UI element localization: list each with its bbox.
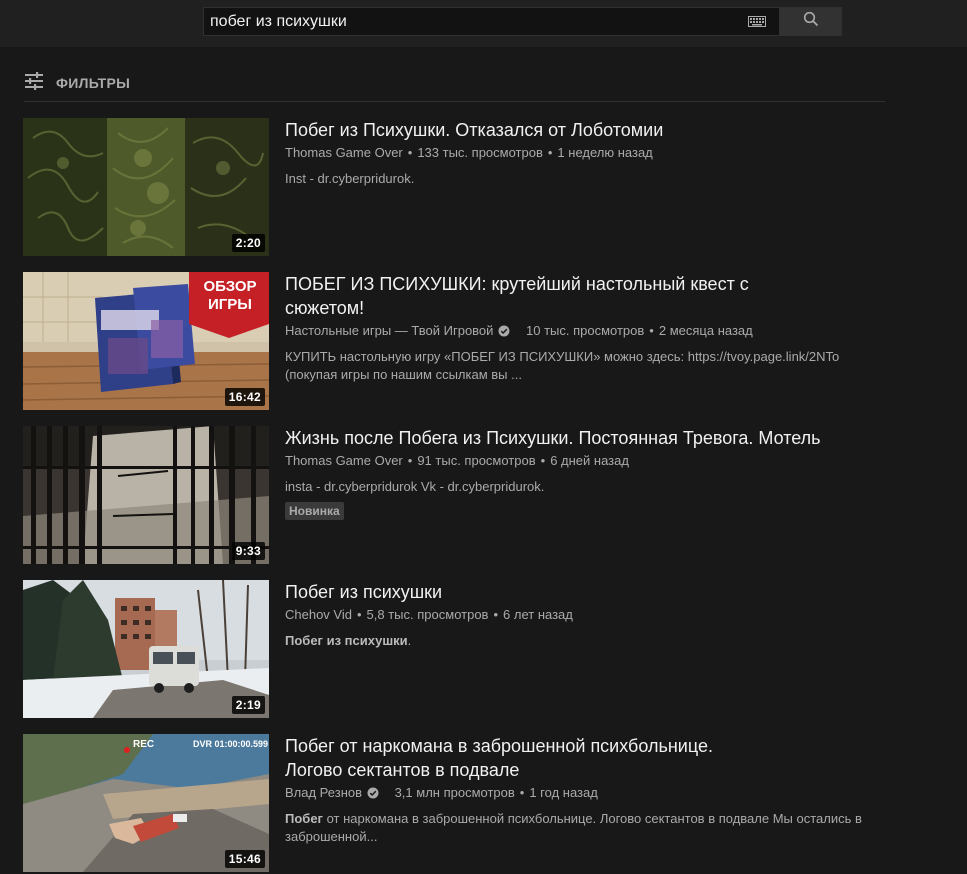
video-meta: Влад Резнов • 3,1 млн просмотров • 1 год… <box>285 784 875 802</box>
video-info: ПОБЕГ ИЗ ПСИХУШКИ: крутейший настольный … <box>285 272 875 384</box>
video-description: КУПИТЬ настольную игру «ПОБЕГ ИЗ ПСИХУШК… <box>285 349 840 382</box>
thumbnail-overlay-text: REC <box>133 739 155 750</box>
video-result[interactable]: REC DVR 01:00:00.599 15:46 Побег от нарк… <box>23 734 873 872</box>
video-description: Побег от наркомана в заброшенной психбол… <box>285 810 875 846</box>
video-description: insta - dr.cyberpridurok Vk - dr.cyberpr… <box>285 479 545 494</box>
verified-icon <box>498 325 510 337</box>
video-meta: Thomas Game Over • 133 тыс. просмотров •… <box>285 144 875 162</box>
channel-name[interactable]: Thomas Game Over <box>285 452 403 470</box>
video-thumbnail[interactable]: ОБЗОР ИГРЫ 16:42 <box>23 272 269 410</box>
view-count: 5,8 тыс. просмотров <box>366 607 489 622</box>
thumbnail-overlay-text: ИГРЫ <box>208 296 252 313</box>
search-box[interactable]: побег из психушки <box>203 7 779 36</box>
video-duration: 2:20 <box>231 234 265 252</box>
search-icon <box>803 11 819 32</box>
video-thumbnail[interactable]: REC DVR 01:00:00.599 15:46 <box>23 734 269 872</box>
video-meta: Thomas Game Over • 91 тыс. просмотров • … <box>285 452 875 470</box>
upload-age: 6 лет назад <box>503 607 573 622</box>
channel-name[interactable]: Thomas Game Over <box>285 144 403 162</box>
description-text: от наркомана в заброшенной психбольнице.… <box>285 811 862 844</box>
meta-separator: • <box>547 145 553 160</box>
video-thumbnail[interactable]: 2:20 <box>23 118 269 256</box>
video-info: Побег из Психушки. Отказался от Лоботоми… <box>285 118 875 188</box>
meta-separator: • <box>407 145 413 160</box>
video-result[interactable]: 2:19 Побег из психушки Chehov Vid • 5,8 … <box>23 580 873 718</box>
filters-button[interactable]: ФИЛЬТРЫ <box>24 71 131 95</box>
verified-icon <box>367 787 379 799</box>
video-info: Жизнь после Побега из Психушки. Постоянн… <box>285 426 875 520</box>
view-count: 91 тыс. просмотров <box>417 453 536 468</box>
video-title[interactable]: ПОБЕГ ИЗ ПСИХУШКИ: крутейший настольный … <box>285 272 775 320</box>
video-duration: 2:19 <box>231 696 265 714</box>
upload-age: 1 неделю назад <box>557 145 653 160</box>
view-count: 10 тыс. просмотров <box>526 323 645 338</box>
video-title[interactable]: Побег из Психушки. Отказался от Лоботоми… <box>285 118 875 142</box>
video-duration: 15:46 <box>224 850 265 868</box>
keyboard-icon[interactable] <box>747 16 767 28</box>
video-result[interactable]: ОБЗОР ИГРЫ 16:42 ПОБЕГ ИЗ ПСИХУШКИ: крут… <box>23 272 873 410</box>
video-meta: Chehov Vid • 5,8 тыс. просмотров • 6 лет… <box>285 606 875 624</box>
video-meta: Настольные игры — Твой Игровой • 10 тыс.… <box>285 322 875 340</box>
meta-separator: • <box>649 323 654 338</box>
video-result[interactable]: 2:20 Побег из Психушки. Отказался от Лоб… <box>23 118 873 256</box>
video-duration: 16:42 <box>224 388 265 406</box>
meta-separator: • <box>356 607 362 622</box>
video-duration: 9:33 <box>231 542 265 560</box>
view-count: 3,1 млн просмотров <box>394 785 515 800</box>
video-title[interactable]: Побег из психушки <box>285 580 875 604</box>
video-info: Побег от наркомана в заброшенной психбол… <box>285 734 875 846</box>
video-thumbnail[interactable]: 9:33 <box>23 426 269 564</box>
video-result[interactable]: 9:33 Жизнь после Побега из Психушки. Пос… <box>23 426 873 564</box>
filters-label: ФИЛЬТРЫ <box>56 75 131 91</box>
video-description: Побег из психушки. <box>285 632 875 650</box>
divider <box>24 101 885 102</box>
search-button[interactable] <box>779 7 842 36</box>
channel-name[interactable]: Настольные игры — Твой Игровой <box>285 322 493 340</box>
upload-age: 1 год назад <box>529 785 598 800</box>
video-title[interactable]: Побег от наркомана в заброшенной психбол… <box>285 734 775 782</box>
description-highlight: Побег из психушки <box>285 633 408 648</box>
channel-name[interactable]: Chehov Vid <box>285 606 352 624</box>
meta-separator: • <box>407 453 413 468</box>
search-input[interactable]: побег из психушки <box>210 13 747 31</box>
description-highlight: Побег <box>285 811 323 826</box>
meta-separator: • <box>519 785 525 800</box>
masthead: побег из психушки <box>0 0 967 47</box>
thumbnail-overlay-text: DVR 01:00:00.599 <box>193 739 269 749</box>
channel-name[interactable]: Влад Резнов <box>285 784 362 802</box>
video-description: Inst - dr.cyberpridurok. <box>285 171 415 186</box>
view-count: 133 тыс. просмотров <box>417 145 543 160</box>
upload-age: 6 дней назад <box>550 453 629 468</box>
meta-separator: • <box>493 607 499 622</box>
video-thumbnail[interactable]: 2:19 <box>23 580 269 718</box>
description-text: . <box>407 633 412 648</box>
video-title[interactable]: Жизнь после Побега из Психушки. Постоянн… <box>285 426 875 450</box>
video-info: Побег из психушки Chehov Vid • 5,8 тыс. … <box>285 580 875 650</box>
upload-age: 2 месяца назад <box>658 323 753 338</box>
new-badge: Новинка <box>285 502 344 520</box>
thumbnail-overlay-text: ОБЗОР <box>203 278 257 295</box>
tune-icon <box>24 71 44 95</box>
meta-separator: • <box>540 453 546 468</box>
